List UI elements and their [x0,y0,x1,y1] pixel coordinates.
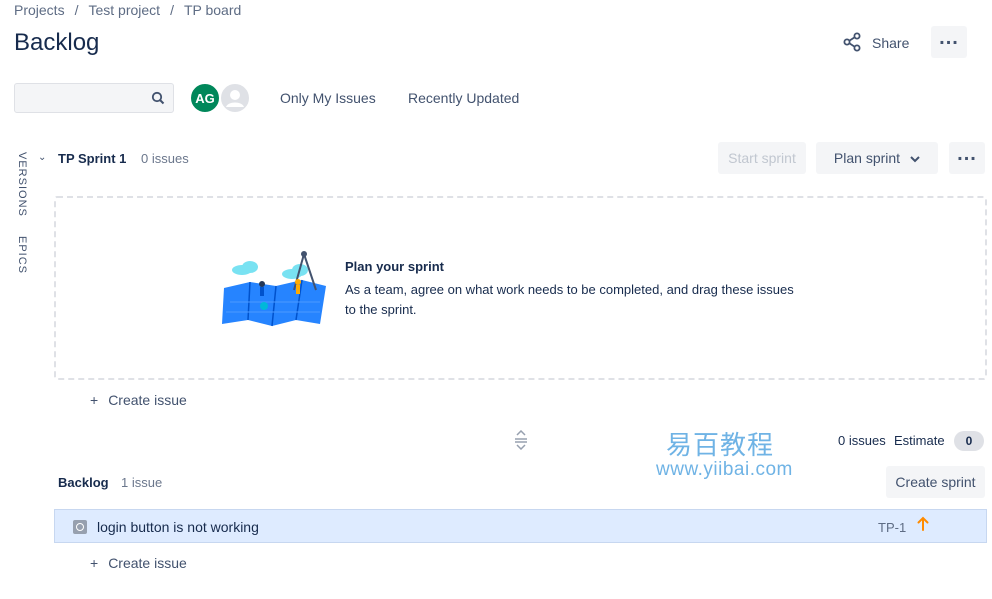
sprint-create-issue-button[interactable]: + Create issue [90,392,187,408]
breadcrumb-separator: / [74,2,79,18]
start-sprint-button[interactable]: Start sprint [718,142,806,174]
header-more-button[interactable]: ... [931,26,967,58]
search-box [14,83,174,113]
watermark-url: www.yiibai.com [656,459,793,480]
tab-epics[interactable]: EPICS [16,236,28,274]
collapse-chevron-icon[interactable]: ⌄ [38,152,46,163]
sprint-issue-count: 0 issues [141,151,189,166]
more-icon: ... [957,143,977,165]
breadcrumb-separator: / [170,2,174,18]
sprint-name: TP Sprint 1 [58,151,127,166]
share-button[interactable]: Share [838,28,918,58]
share-label: Share [872,35,910,51]
chevron-down-icon [910,150,920,166]
share-icon [842,32,862,55]
plan-sprint-button[interactable]: Plan sprint [816,142,938,174]
plus-icon: + [90,392,99,408]
avatar[interactable]: AG [189,82,221,114]
drag-resize-icon[interactable] [513,429,529,455]
backlog-title: Backlog [58,475,109,490]
filter-recently-updated[interactable]: Recently Updated [408,90,519,106]
breadcrumb-projects[interactable]: Projects [14,2,65,18]
task-icon [73,520,87,534]
create-issue-label: Create issue [108,555,187,571]
breadcrumb-project[interactable]: Test project [88,2,160,18]
search-icon[interactable] [151,91,165,110]
issue-key[interactable]: TP-1 [878,520,906,535]
create-issue-label: Create issue [108,392,187,408]
search-input[interactable] [15,84,173,112]
sprint-more-button[interactable]: ... [949,142,985,174]
filter-only-my-issues[interactable]: Only My Issues [280,90,376,106]
watermark-text: 易百教程 [666,431,775,461]
page-title: Backlog [14,29,100,56]
plan-sprint-illustration [220,248,330,333]
empty-sprint-title: Plan your sprint [345,259,444,274]
priority-high-arrow-icon [917,516,929,537]
estimate-label: Estimate [894,433,945,448]
backlog-summary-count: 0 issues [838,433,886,448]
create-sprint-button[interactable]: Create sprint [886,466,985,498]
issue-summary: login button is not working [97,519,259,535]
user-icon [222,85,248,111]
backlog-create-issue-button[interactable]: + Create issue [90,555,187,571]
backlog-issue-count: 1 issue [121,475,163,490]
estimate-badge: 0 [954,431,984,451]
tab-versions[interactable]: VERSIONS [16,152,28,217]
plus-icon: + [90,555,99,571]
more-icon: ... [939,27,959,49]
plan-sprint-label: Plan sprint [833,150,901,166]
empty-sprint-text: As a team, agree on what work needs to b… [345,282,794,317]
breadcrumb: Projects / Test project / TP board [14,2,241,18]
unassigned-avatar[interactable] [219,82,251,114]
breadcrumb-board[interactable]: TP board [184,2,241,18]
table-row[interactable]: login button is not working TP-1 [54,509,987,543]
